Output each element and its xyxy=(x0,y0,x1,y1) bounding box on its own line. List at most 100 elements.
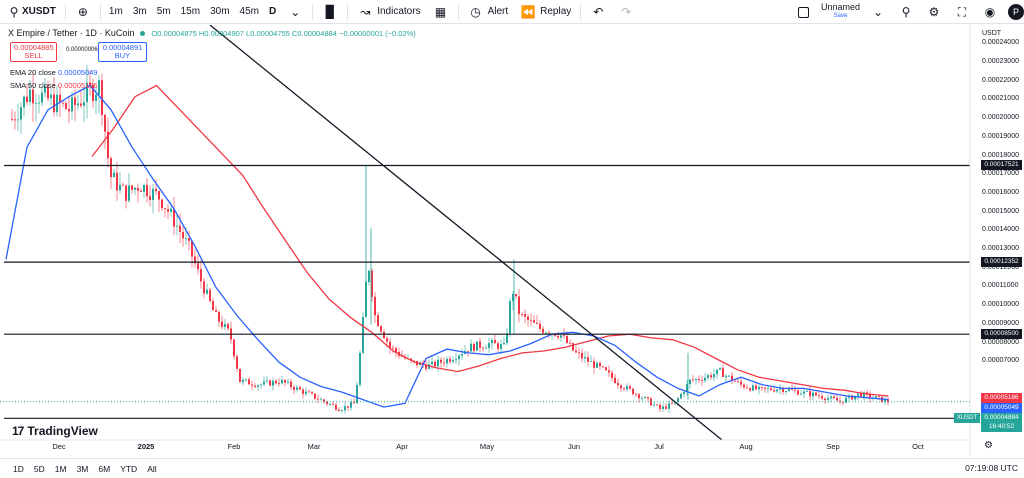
timeframe-5m[interactable]: 5m xyxy=(152,6,176,17)
candle-body xyxy=(668,403,670,409)
undo-button[interactable]: ↶ xyxy=(584,0,612,24)
candle-body xyxy=(722,368,724,377)
price-axis-currency[interactable]: USDT xyxy=(982,30,1001,37)
candle-body xyxy=(17,119,19,121)
range-5d[interactable]: 5D xyxy=(29,464,50,474)
candle-body xyxy=(824,398,826,401)
candle-body xyxy=(233,339,235,357)
price-tick: 0.00024000 xyxy=(982,39,1019,47)
range-all[interactable]: All xyxy=(142,464,161,474)
candle-body xyxy=(689,379,691,385)
layout-dropdown[interactable]: ⌄ xyxy=(864,0,892,24)
price-tick: 0.00010000 xyxy=(982,301,1019,309)
layout-name-button[interactable]: Unnamed Save xyxy=(817,3,864,21)
range-3m[interactable]: 3M xyxy=(72,464,94,474)
time-axis[interactable]: Dec 2025 Feb Mar Apr May Jun Jul Aug Sep… xyxy=(0,440,993,456)
price-chart[interactable] xyxy=(0,25,1024,455)
chart-title[interactable]: X Empire / Tether · 1D · KuCoin xyxy=(8,28,134,38)
candle-body xyxy=(32,89,34,104)
layout-checkbox[interactable] xyxy=(797,6,809,18)
candle-body xyxy=(242,379,244,383)
redo-button[interactable]: ↷ xyxy=(612,0,640,24)
candle-body xyxy=(95,94,97,101)
candle-body xyxy=(335,404,337,410)
range-ytd[interactable]: YTD xyxy=(115,464,142,474)
timeframe-15m[interactable]: 15m xyxy=(176,6,205,17)
ema-price-tag: 0.00005049 xyxy=(981,403,1022,413)
level-price-tag: 0.00017521 xyxy=(981,160,1022,171)
timeframe-3m[interactable]: 3m xyxy=(128,6,152,17)
chart-type-button[interactable]: ▉ xyxy=(316,0,344,24)
candle-body xyxy=(278,383,280,384)
alert-button[interactable]: ◷ Alert xyxy=(462,0,515,24)
chevron-down-icon: ⌄ xyxy=(872,5,884,19)
candle-body xyxy=(35,102,37,104)
candle-body xyxy=(641,397,643,399)
timeframe-1m[interactable]: 1m xyxy=(104,6,128,17)
candle-body xyxy=(692,379,694,381)
candle-body xyxy=(737,381,739,383)
search-icon: ⚲ xyxy=(9,4,19,19)
candle-body xyxy=(788,389,790,392)
sma-legend[interactable]: SMA 50 close 0.00005186 xyxy=(10,81,98,90)
time-label: Aug xyxy=(739,442,753,451)
range-6m[interactable]: 6M xyxy=(93,464,115,474)
candle-body xyxy=(671,403,673,405)
time-label: Oct xyxy=(912,442,924,451)
price-tick: 0.00009000 xyxy=(982,319,1019,327)
sell-button[interactable]: 0.00004885 SELL xyxy=(10,42,57,62)
utc-clock[interactable]: 07:19:08 UTC xyxy=(965,463,1018,473)
candle-body xyxy=(68,109,70,112)
candle-body xyxy=(143,184,145,192)
candle-body xyxy=(485,347,487,349)
time-label: Mar xyxy=(307,442,321,451)
timeframe-d[interactable]: D xyxy=(264,6,281,17)
candle-body xyxy=(497,343,499,349)
timeframe-30m[interactable]: 30m xyxy=(205,6,234,17)
replay-button[interactable]: ⏪ Replay xyxy=(514,0,577,24)
axis-settings-icon[interactable]: ⚙ xyxy=(984,440,993,451)
buy-button[interactable]: 0.00004891 BUY xyxy=(98,42,147,62)
candle-body xyxy=(728,375,730,377)
range-1d[interactable]: 1D xyxy=(8,464,29,474)
candle-body xyxy=(239,368,241,383)
candle-body xyxy=(752,385,754,391)
chart-area[interactable] xyxy=(0,25,1024,455)
indicators-button[interactable]: ↝ Indicators xyxy=(351,0,426,24)
candle-body xyxy=(809,391,811,397)
symbol-search[interactable]: ⚲ XUSDT xyxy=(0,0,62,24)
compare-button[interactable]: ⊕ xyxy=(69,0,97,24)
candle-body xyxy=(299,387,301,390)
snapshot-button[interactable]: ◉ xyxy=(976,0,1004,24)
candle-body xyxy=(647,397,649,399)
candle-body xyxy=(80,103,82,106)
candle-body xyxy=(755,385,757,390)
price-tick: 0.00021000 xyxy=(982,95,1019,103)
candle-body xyxy=(827,398,829,401)
candle-body xyxy=(608,370,610,373)
price-tick: 0.00008000 xyxy=(982,338,1019,346)
alert-label: Alert xyxy=(487,6,509,17)
candle-body xyxy=(698,378,700,381)
tradingview-logo[interactable]: 17 TradingView xyxy=(12,424,98,438)
quick-search-button[interactable]: ⚲ xyxy=(892,0,920,24)
range-1m[interactable]: 1M xyxy=(50,464,72,474)
avatar[interactable]: P xyxy=(1008,4,1024,20)
timeframe-dropdown[interactable]: ⌄ xyxy=(281,0,309,24)
candle-body xyxy=(38,102,40,104)
candle-body xyxy=(830,396,832,399)
settings-button[interactable]: ⚙ xyxy=(920,0,948,24)
candle-body xyxy=(707,375,709,378)
fullscreen-button[interactable]: ⛶ xyxy=(948,0,976,24)
templates-button[interactable]: ▦ xyxy=(427,0,455,24)
candle-body xyxy=(179,225,181,232)
candle-body xyxy=(329,403,331,405)
candle-body xyxy=(494,339,496,344)
spread-value: 0.00000006 xyxy=(66,47,98,53)
alarm-clock-icon: ◷ xyxy=(470,4,481,19)
timeframe-45m[interactable]: 45m xyxy=(235,6,264,17)
ema-legend[interactable]: EMA 20 close 0.00005049 xyxy=(10,68,98,77)
candle-body xyxy=(875,396,877,398)
candle-body xyxy=(704,377,706,381)
candle-body xyxy=(356,384,358,404)
